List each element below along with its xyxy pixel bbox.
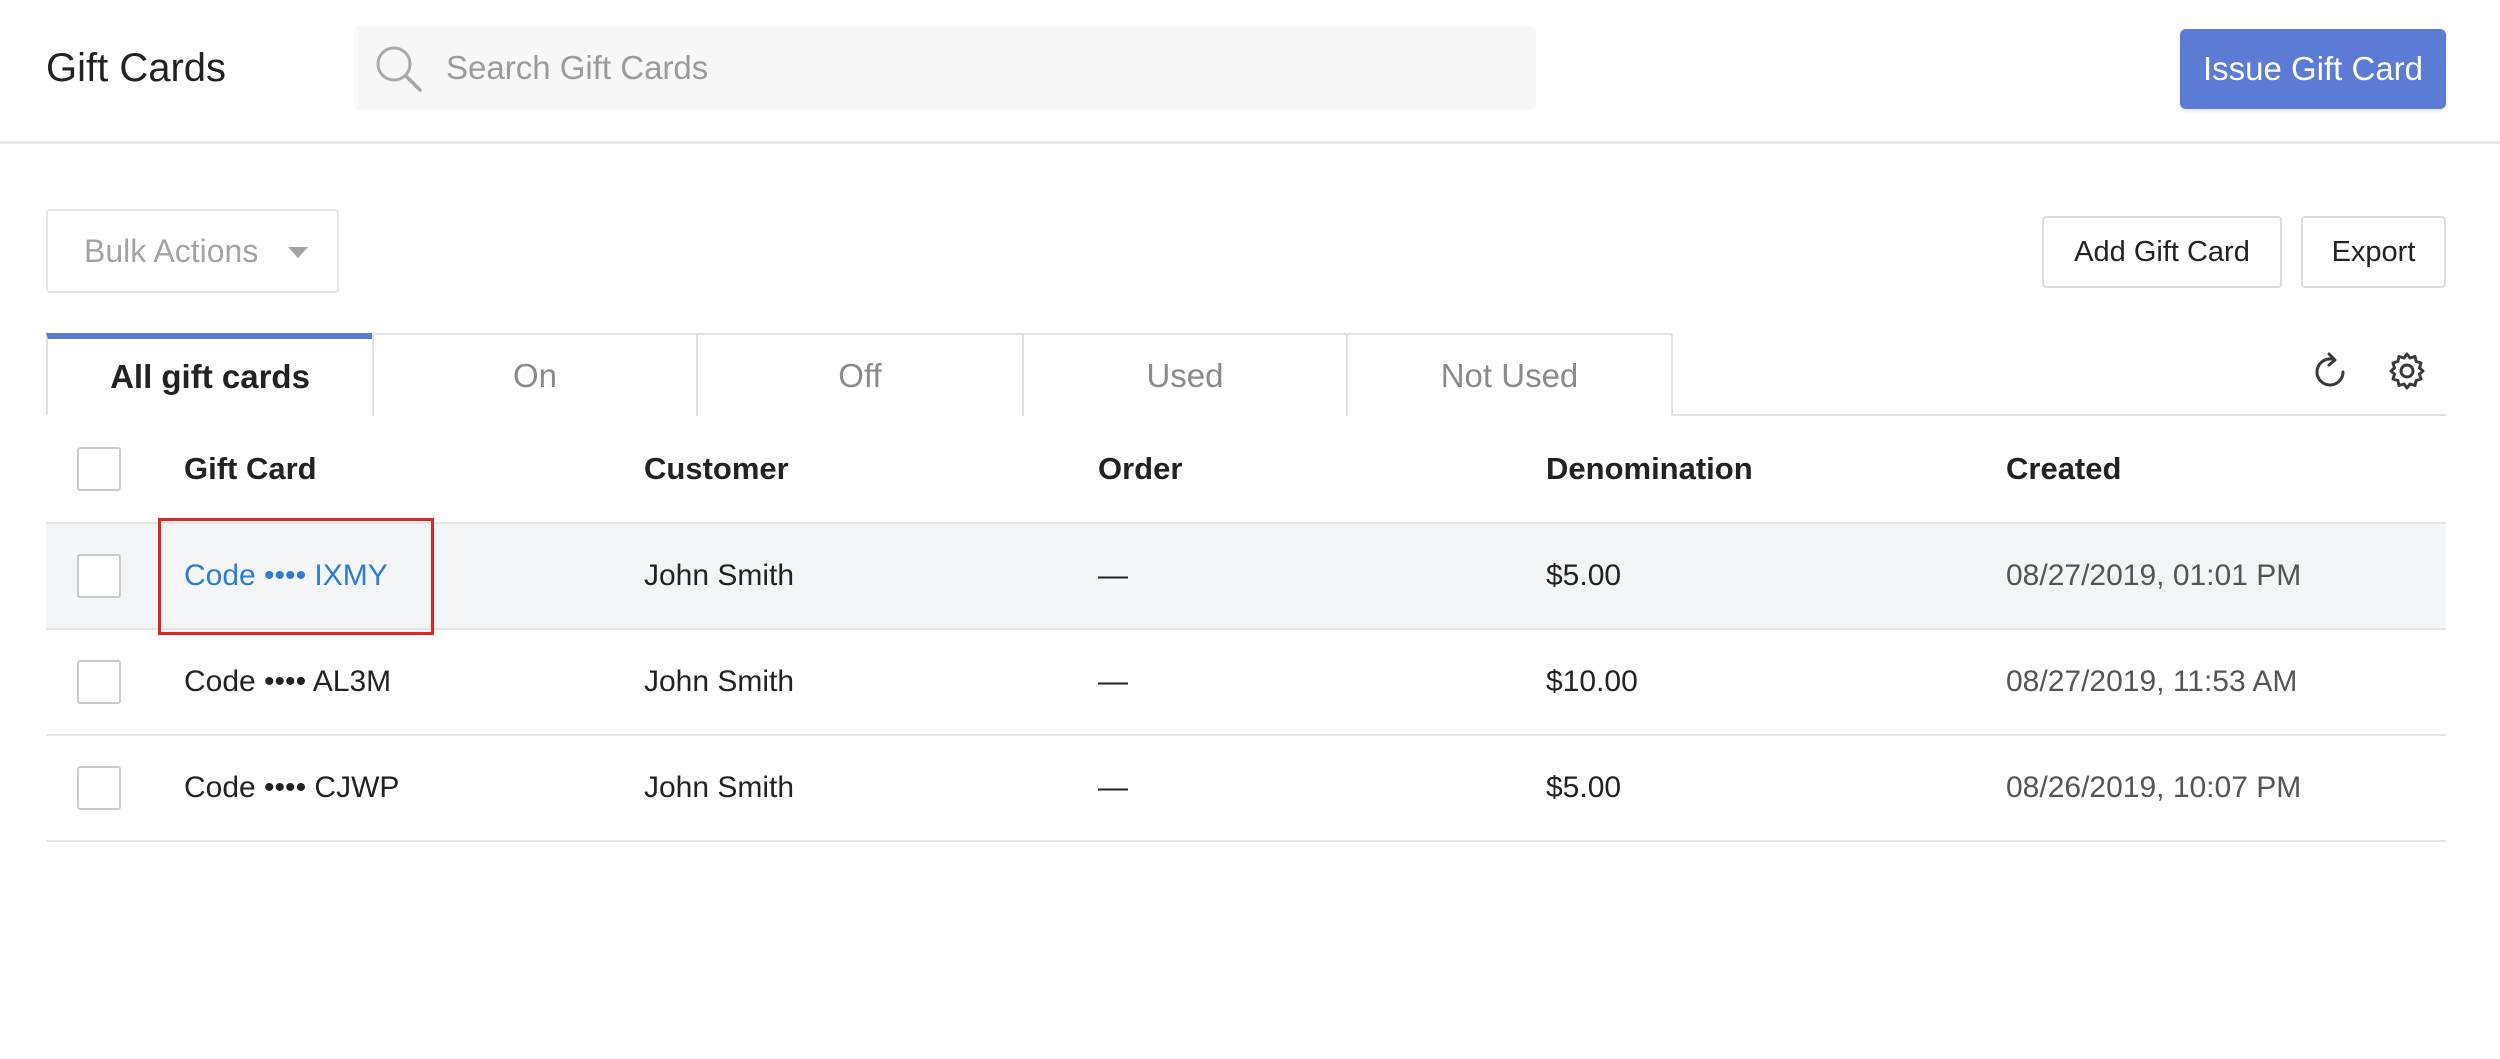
- denomination-value: $10.00: [1546, 665, 1638, 698]
- table-row[interactable]: Code •••• CJWP John Smith — $5.00 08/26/…: [46, 736, 2446, 842]
- column-header-customer[interactable]: Customer: [644, 416, 789, 522]
- row-checkbox[interactable]: [77, 660, 121, 704]
- page-title: Gift Cards: [46, 46, 227, 90]
- tab-not-used[interactable]: Not Used: [1346, 333, 1673, 416]
- customer-name: John Smith: [644, 771, 795, 804]
- export-button[interactable]: Export: [2301, 216, 2446, 288]
- created-date: 08/26/2019, 10:07 PM: [2006, 771, 2302, 804]
- gear-icon[interactable]: [2386, 350, 2428, 392]
- row-checkbox[interactable]: [77, 766, 121, 810]
- tab-used[interactable]: Used: [1022, 333, 1348, 416]
- gift-card-code-link[interactable]: Code •••• IXMY: [184, 524, 388, 628]
- gift-card-code-link[interactable]: Code •••• AL3M: [184, 630, 391, 734]
- chevron-down-icon: [288, 247, 308, 258]
- created-date: 08/27/2019, 11:53 AM: [2006, 665, 2298, 698]
- search-icon: [376, 46, 422, 92]
- gift-card-code-link[interactable]: Code •••• CJWP: [184, 736, 399, 840]
- bulk-actions-dropdown[interactable]: Bulk Actions: [46, 209, 339, 293]
- search-input[interactable]: [446, 26, 1516, 110]
- tab-off[interactable]: Off: [696, 333, 1024, 416]
- created-date: 08/27/2019, 01:01 PM: [2006, 559, 2302, 592]
- order-value: —: [1098, 665, 1128, 698]
- tab-on[interactable]: On: [372, 333, 698, 416]
- order-value: —: [1098, 559, 1128, 592]
- table-row[interactable]: Code •••• AL3M John Smith — $10.00 08/27…: [46, 630, 2446, 736]
- customer-name: John Smith: [644, 559, 795, 592]
- order-value: —: [1098, 771, 1128, 804]
- table-header-row: Gift Card Customer Order Denomination Cr…: [46, 416, 2446, 524]
- column-header-created[interactable]: Created: [2006, 416, 2121, 522]
- table-row[interactable]: Code •••• IXMY John Smith — $5.00 08/27/…: [46, 524, 2446, 630]
- refresh-icon[interactable]: [2310, 352, 2350, 392]
- page-header: Gift Cards Issue Gift Card: [0, 0, 2500, 144]
- column-header-denomination[interactable]: Denomination: [1546, 416, 1753, 522]
- denomination-value: $5.00: [1546, 771, 1622, 804]
- column-header-order[interactable]: Order: [1098, 416, 1182, 522]
- denomination-value: $5.00: [1546, 559, 1622, 592]
- column-header-gift-card[interactable]: Gift Card: [184, 416, 317, 522]
- customer-name: John Smith: [644, 665, 795, 698]
- issue-gift-card-button[interactable]: Issue Gift Card: [2180, 29, 2446, 109]
- search-box[interactable]: [354, 26, 1536, 110]
- add-gift-card-button[interactable]: Add Gift Card: [2042, 216, 2282, 288]
- row-checkbox[interactable]: [77, 554, 121, 598]
- bulk-actions-label: Bulk Actions: [84, 233, 259, 269]
- select-all-checkbox[interactable]: [77, 447, 121, 491]
- tab-all-gift-cards[interactable]: All gift cards: [46, 333, 374, 416]
